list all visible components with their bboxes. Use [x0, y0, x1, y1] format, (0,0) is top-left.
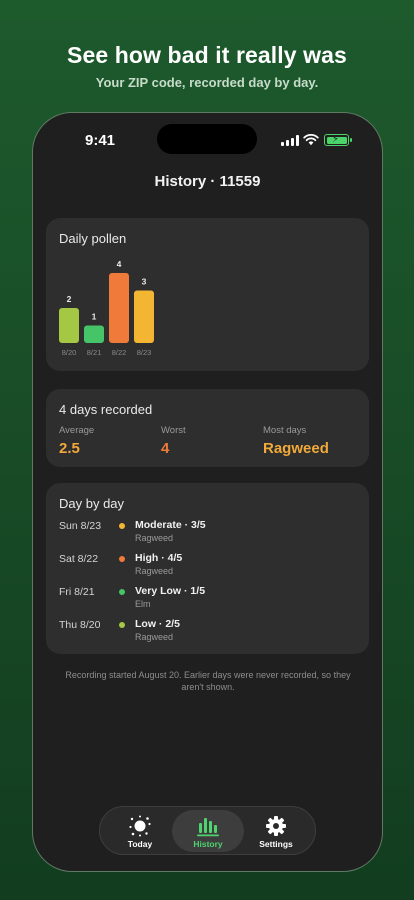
day-level: Moderate · 3/5	[135, 519, 206, 531]
day-row[interactable]: Thu 8/20 Low · 2/5 Ragweed	[46, 616, 369, 646]
phone-frame: 9:41 ⚡ History · 11559 2 8/20 1 8/21 4 8/22 3 8…	[32, 112, 383, 872]
chart-tick-label: 8/22	[112, 348, 127, 357]
tab-history-label: History	[193, 839, 223, 849]
tab-history[interactable]: History	[172, 810, 244, 852]
day-level: High · 4/5	[135, 552, 183, 564]
day-date: Fri 8/21	[59, 586, 95, 598]
daily-pollen-title: Daily pollen	[59, 231, 127, 246]
day-row[interactable]: Sat 8/22 High · 4/5 Ragweed	[46, 550, 369, 580]
stat-most-days-label: Most days	[263, 425, 307, 436]
recording-footnote: Recording started August 20. Earlier day…	[65, 670, 351, 692]
summary-card: 4 days recorded Average 2.5 Worst 4 Most…	[46, 389, 369, 467]
bar-chart-icon	[197, 818, 219, 837]
sun-pollen-icon	[129, 815, 151, 837]
promo-subtitle: Your ZIP code, recorded day by day.	[95, 75, 319, 90]
severity-dot	[119, 622, 125, 628]
chart-data-label: 2	[67, 294, 72, 304]
day-by-day-card: Day by day Sun 8/23 Moderate · 3/5 Ragwe…	[46, 483, 369, 654]
stat-worst: Worst 4	[161, 425, 186, 457]
tab-today-label: Today	[127, 839, 153, 849]
day-allergen: Ragweed	[135, 632, 174, 642]
stat-average-label: Average	[59, 425, 95, 436]
chart-data-label: 1	[92, 312, 97, 322]
day-level: Very Low · 1/5	[135, 585, 206, 597]
status-bar: 9:41 ⚡	[33, 113, 382, 165]
chart-bar-8-20	[59, 308, 79, 343]
day-date: Sat 8/22	[59, 553, 99, 565]
status-time: 9:41	[85, 132, 116, 149]
dynamic-island	[157, 124, 257, 154]
tab-bar: Today History Settings	[99, 806, 316, 855]
tab-today[interactable]: Today	[104, 810, 176, 852]
stat-most-days-value: Ragweed	[263, 440, 329, 457]
chart-tick-label: 8/21	[87, 348, 102, 357]
day-date: Thu 8/20	[59, 619, 101, 631]
chart-bar-8-23	[134, 290, 154, 343]
chart-tick-label: 8/23	[137, 348, 152, 357]
day-allergen: Ragweed	[135, 566, 174, 576]
day-date: Sun 8/23	[59, 520, 102, 532]
stat-average-value: 2.5	[59, 440, 80, 457]
day-allergen: Elm	[135, 599, 151, 609]
severity-dot	[119, 589, 125, 595]
day-by-day-title: Day by day	[59, 496, 125, 511]
page-title: History · 11559	[154, 173, 261, 190]
tab-settings[interactable]: Settings	[240, 810, 312, 852]
stat-worst-value: 4	[161, 440, 170, 457]
day-level: Low · 2/5	[135, 618, 180, 630]
stat-most-days: Most days Ragweed	[263, 425, 329, 457]
wifi-icon	[303, 133, 319, 146]
day-row[interactable]: Sun 8/23 Moderate · 3/5 Ragweed	[46, 517, 369, 547]
stat-worst-label: Worst	[161, 425, 186, 436]
chart-tick-label: 8/20	[62, 348, 77, 357]
chart-data-label: 4	[117, 259, 122, 269]
stat-average: Average 2.5	[59, 425, 94, 457]
summary-title: 4 days recorded	[59, 402, 153, 417]
chart-bar-8-21	[84, 325, 104, 343]
severity-dot	[119, 556, 125, 562]
severity-dot	[119, 523, 125, 529]
daily-pollen-card: 2 8/20 1 8/21 4 8/22 3 8/23 Daily pollen	[46, 218, 369, 371]
tab-settings-label: Settings	[259, 839, 293, 849]
gear-icon	[266, 816, 286, 836]
chart-bar-8-22	[109, 273, 129, 343]
battery-charging-icon: ⚡	[324, 134, 352, 146]
promo-title: See how bad it really was	[67, 42, 347, 68]
chart-data-label: 3	[142, 277, 147, 287]
day-row[interactable]: Fri 8/21 Very Low · 1/5 Elm	[46, 583, 369, 613]
day-allergen: Ragweed	[135, 533, 174, 543]
cellular-signal-icon	[281, 135, 299, 146]
